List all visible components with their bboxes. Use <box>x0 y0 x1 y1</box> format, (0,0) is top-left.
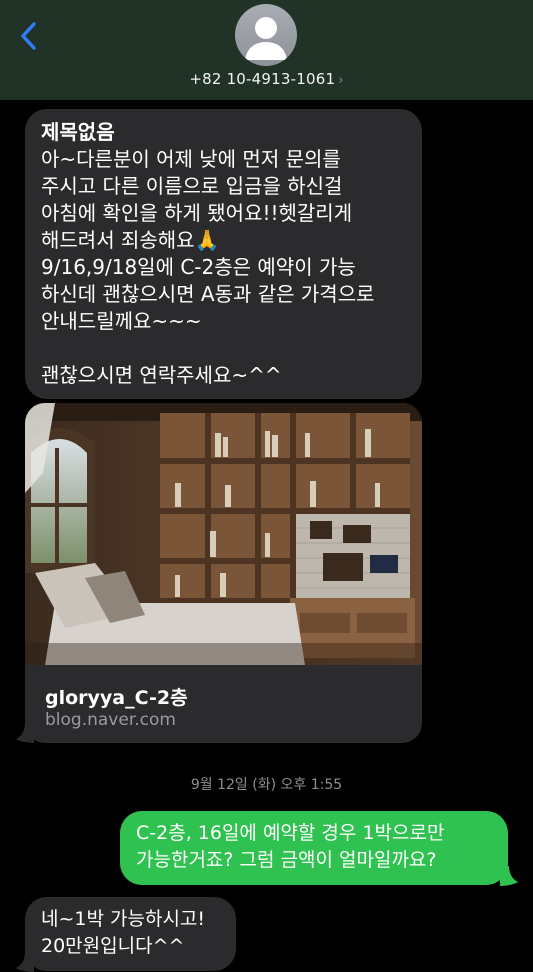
outgoing-message-bubble[interactable]: C-2층, 16일에 예약할 경우 1박으로만 가능한거죠? 그럼 금액이 얼마… <box>120 811 508 885</box>
message-line: 가능한거죠? 그럼 금액이 얼마일까요? <box>136 849 437 871</box>
contact-avatar[interactable] <box>235 4 297 66</box>
message-timestamp: 9월 12일 (화) 오후 1:55 <box>190 777 343 793</box>
chevron-left-icon <box>21 22 36 50</box>
message-line: 20만원입니다^^ <box>41 935 185 957</box>
message-line <box>41 335 406 362</box>
message-line: 하신데 괜찮으시면 A동과 같은 가격으로 <box>41 282 375 306</box>
contact-number[interactable]: +82 10-4913-1061 › <box>0 70 533 88</box>
message-line: 네~1박 가능하시고! <box>41 908 206 930</box>
bubble-tail <box>16 952 34 972</box>
conversation-header: +82 10-4913-1061 › <box>0 0 533 100</box>
incoming-message-bubble[interactable]: 네~1박 가능하시고! 20만원입니다^^ <box>25 897 236 971</box>
message-line: 아침에 확인을 하게 됐어요!!헷갈리게 <box>41 201 353 225</box>
message-line: 아~다른분이 어제 낮에 먼저 문의를 <box>41 147 341 171</box>
message-line: 주시고 다른 이름으로 입금을 하신걸 <box>41 174 343 198</box>
link-domain: blog.naver.com <box>45 710 176 730</box>
message-line: 해드려서 죄송해요🙏 <box>41 228 220 252</box>
message-line: 안내드릴께요~~~ <box>41 309 202 333</box>
phone-number-text: +82 10-4913-1061 <box>189 70 336 88</box>
link-preview-image <box>25 403 422 665</box>
message-line: 괜찮으시면 연락주세요~^^ <box>41 363 282 387</box>
message-line: 9/16,9/18일에 C-2층은 예약이 가능 <box>41 255 356 279</box>
link-title: gloryya_C-2층 <box>45 687 188 709</box>
bubble-tail <box>16 723 34 743</box>
bubble-tail <box>500 866 518 886</box>
person-icon <box>245 17 287 60</box>
message-line: C-2층, 16일에 예약할 경우 1박으로만 <box>136 822 445 844</box>
message-subject: 제목없음 <box>41 120 115 144</box>
back-button[interactable] <box>14 18 44 54</box>
link-preview-card[interactable]: gloryya_C-2층 blog.naver.com <box>25 403 422 743</box>
chevron-right-icon: › <box>338 73 344 88</box>
incoming-message-bubble[interactable]: 제목없음 아~다른분이 어제 낮에 먼저 문의를 주시고 다른 이름으로 입금을… <box>25 109 422 399</box>
